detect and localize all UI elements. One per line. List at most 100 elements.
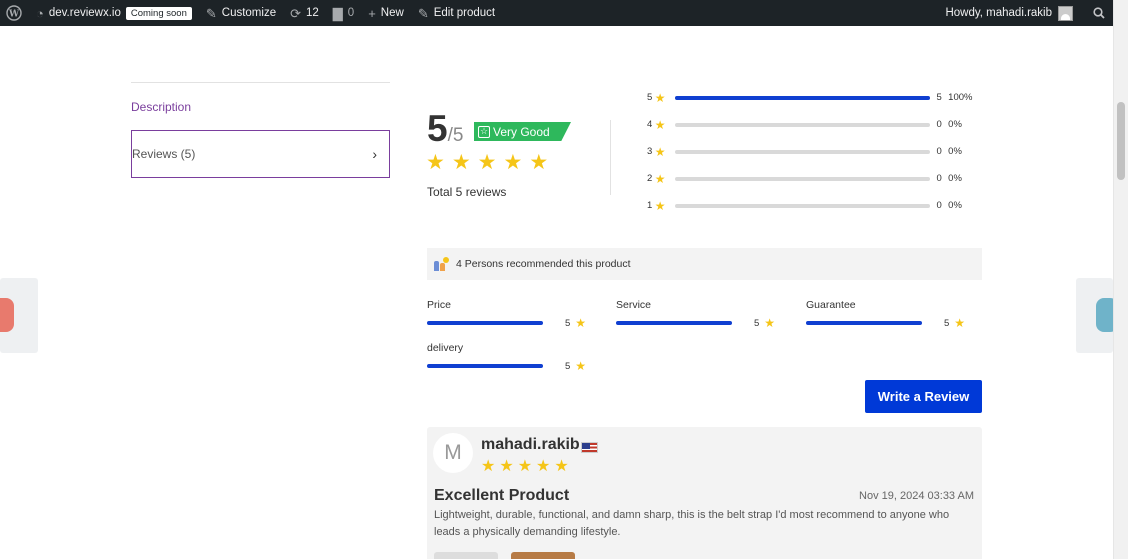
criteria-value: 5	[754, 317, 760, 329]
site-name-link[interactable]: ◔ dev.reviewx.io Coming soon	[29, 0, 199, 26]
dashboard-icon: ◔	[36, 5, 44, 21]
site-name: dev.reviewx.io	[48, 7, 121, 19]
star-icon: ★	[554, 458, 569, 475]
rating-percent: 0%	[948, 146, 962, 157]
recommend-text: 4 Persons recommended this product	[456, 258, 631, 270]
divider	[610, 120, 611, 195]
star-icon: ★	[654, 144, 666, 159]
search-icon[interactable]	[1093, 7, 1105, 19]
customize-link[interactable]: ✎ Customize	[199, 0, 283, 26]
star-icon: ★	[529, 151, 549, 174]
rating-row-3[interactable]: 3 ★ 0 0%	[647, 138, 987, 165]
star-icon: ★	[575, 316, 587, 330]
updates-count: 12	[306, 7, 319, 19]
star-icon: ★	[503, 151, 523, 174]
star-outline-icon: ☆	[478, 125, 490, 138]
review-image-thumbnail[interactable]	[511, 552, 575, 559]
star-icon: ★	[654, 90, 666, 105]
rating-row-2[interactable]: 2 ★ 0 0%	[647, 165, 987, 192]
star-icon: ★	[426, 151, 445, 174]
tab-reviews-label: Reviews (5)	[132, 147, 196, 161]
criteria-price: Price 5 ★	[427, 299, 597, 330]
criteria-service: Service 5 ★	[616, 299, 786, 330]
criteria-guarantee: Guarantee 5 ★	[806, 299, 976, 330]
review-title: Excellent Product	[434, 487, 570, 504]
rating-row-4[interactable]: 4 ★ 0 0%	[647, 111, 987, 138]
star-level: 2	[647, 173, 653, 184]
rating-count: 0	[936, 200, 942, 211]
review-stars: ★ ★ ★ ★ ★	[481, 459, 569, 475]
criteria-label: Service	[616, 299, 652, 311]
star-icon: ★	[575, 359, 587, 373]
review-image-thumbnail[interactable]	[434, 552, 498, 559]
people-recommend-icon	[434, 257, 449, 271]
rating-bar-fill	[675, 95, 930, 100]
product-tabs: Description Reviews (5) ›	[131, 82, 390, 178]
paintbrush-icon: ✎	[205, 5, 217, 21]
star-icon: ★	[536, 458, 551, 475]
refresh-icon: ⟳	[290, 5, 301, 21]
backpack-image	[0, 298, 14, 332]
rating-out-of: /5	[447, 125, 464, 146]
rating-bar-track	[675, 176, 930, 181]
star-level: 5	[647, 92, 653, 103]
admin-bar: W ◔ dev.reviewx.io Coming soon ✎ Customi…	[0, 0, 1113, 26]
next-product-card[interactable]	[1076, 278, 1113, 353]
criteria-value: 5	[944, 317, 950, 329]
scrollbar-thumb[interactable]	[1117, 102, 1125, 180]
reviewer-avatar: M	[433, 433, 473, 473]
recommend-box: 4 Persons recommended this product	[427, 248, 982, 280]
rating-count: 0	[936, 119, 942, 130]
average-rating: 5 /5	[427, 108, 463, 150]
new-content-link[interactable]: + New	[361, 0, 411, 26]
coming-soon-badge: Coming soon	[125, 6, 192, 20]
star-level: 4	[647, 119, 653, 130]
rating-count: 5	[936, 92, 942, 103]
chevron-right-icon: ›	[372, 146, 377, 162]
us-flag-icon	[581, 442, 598, 453]
rating-percent: 100%	[948, 92, 973, 103]
write-review-button[interactable]: Write a Review	[865, 380, 982, 413]
rating-count: 0	[936, 146, 942, 157]
rating-count: 0	[936, 173, 942, 184]
star-icon: ★	[764, 316, 776, 330]
star-icon: ★	[654, 171, 666, 186]
howdy-user[interactable]: Howdy, mahadi.rakib	[945, 7, 1052, 19]
comments-link[interactable]: ▇ 0	[326, 0, 361, 26]
user-avatar[interactable]	[1058, 5, 1073, 21]
star-icon: ★	[477, 151, 497, 174]
star-icon: ★	[654, 117, 666, 132]
rating-bar-track	[675, 95, 930, 100]
rating-bar-track	[675, 149, 930, 154]
star-icon: ★	[481, 458, 496, 475]
tab-reviews[interactable]: Reviews (5) ›	[131, 130, 390, 178]
criteria-bar	[616, 321, 732, 325]
star-icon: ★	[451, 151, 471, 174]
criteria-value: 5	[565, 360, 571, 372]
reviewer-name: mahadi.rakib	[481, 436, 580, 453]
rating-bar-track	[675, 203, 930, 208]
new-label: New	[380, 7, 404, 19]
review-date: Nov 19, 2024 03:33 AM	[859, 490, 974, 502]
edit-product-link[interactable]: ✎ Edit product	[411, 0, 502, 26]
backpack-image	[1096, 298, 1113, 332]
criteria-delivery: delivery 5 ★	[427, 342, 597, 373]
review-text: Lightweight, durable, functional, and da…	[434, 509, 950, 538]
comments-count: 0	[347, 7, 355, 19]
rating-percent: 0%	[948, 200, 962, 211]
review-card: M mahadi.rakib ★ ★ ★ ★ ★ Excellent Produ…	[427, 427, 982, 559]
criteria-label: delivery	[427, 342, 464, 354]
criteria-label: Price	[427, 299, 451, 311]
tab-description[interactable]: Description	[131, 83, 390, 130]
comment-icon: ▇	[332, 5, 343, 21]
star-level: 1	[647, 200, 653, 211]
rating-row-5[interactable]: 5 ★ 5 100%	[647, 84, 987, 111]
wordpress-logo-icon[interactable]: W	[0, 0, 29, 26]
prev-product-card[interactable]	[0, 278, 38, 353]
page-scrollbar[interactable]	[1113, 0, 1128, 559]
rating-percent: 0%	[948, 173, 962, 184]
star-icon: ★	[654, 198, 666, 213]
summary-stars: ★ ★ ★ ★ ★	[426, 152, 548, 173]
updates-link[interactable]: ⟳ 12	[283, 0, 326, 26]
rating-row-1[interactable]: 1 ★ 0 0%	[647, 192, 987, 219]
